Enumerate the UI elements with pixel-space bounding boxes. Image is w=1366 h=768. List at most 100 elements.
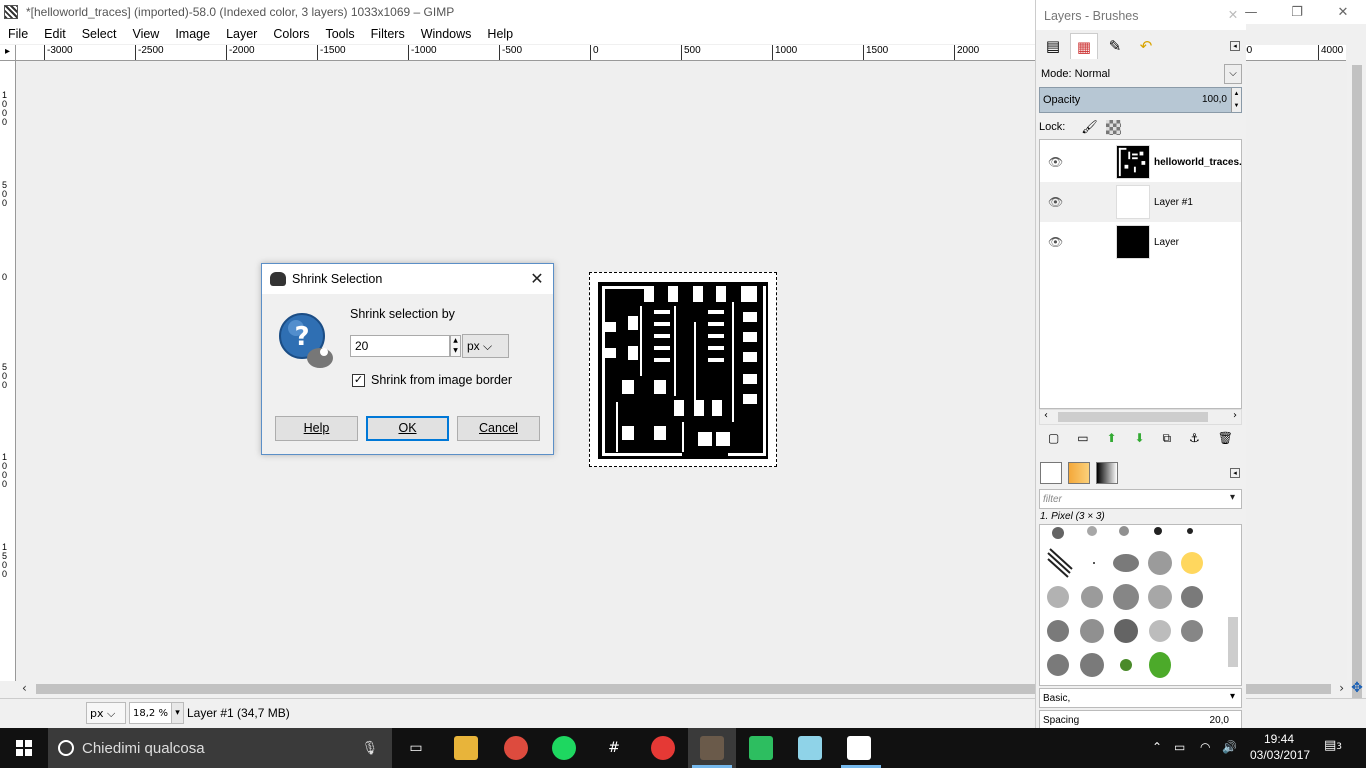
photos-icon[interactable] xyxy=(847,736,871,760)
close-icon[interactable]: ✕ xyxy=(527,269,547,289)
new-layer-group-icon[interactable]: ▭ xyxy=(1077,431,1088,445)
chevron-down-icon[interactable]: ⌵ xyxy=(1224,64,1242,84)
chevron-down-icon[interactable]: ▾ xyxy=(171,703,183,723)
tab-patterns[interactable] xyxy=(1068,462,1090,484)
canvas-vertical-scrollbar[interactable] xyxy=(1348,45,1366,705)
gimp-icon[interactable] xyxy=(700,736,724,760)
file-explorer-icon[interactable] xyxy=(454,736,478,760)
battery-icon[interactable]: ▭ xyxy=(1174,740,1185,754)
slack-icon[interactable]: # xyxy=(602,736,626,760)
unit-dropdown[interactable]: px ⌵ xyxy=(462,334,509,358)
dialog-titlebar[interactable]: Shrink Selection ✕ xyxy=(262,264,553,294)
image-selection-frame[interactable] xyxy=(589,272,777,467)
action-center-icon[interactable]: ▤3 xyxy=(1322,738,1344,758)
menu-layer[interactable]: Layer xyxy=(218,27,265,41)
raise-layer-icon[interactable]: ⬆ xyxy=(1107,431,1117,445)
tab-gradients[interactable] xyxy=(1096,462,1118,484)
lock-pixels-icon[interactable]: 🖌 xyxy=(1081,119,1098,135)
tab-undo-history[interactable]: ↶ xyxy=(1132,33,1160,59)
tab-brushes[interactable] xyxy=(1040,462,1062,484)
dock-titlebar[interactable]: Layers - Brushes ✕ xyxy=(1036,0,1246,30)
tab-channels[interactable]: ▦ xyxy=(1070,33,1098,59)
menu-tools[interactable]: Tools xyxy=(317,27,362,41)
brush-filter-input[interactable]: filter ▾ xyxy=(1039,489,1242,509)
spin-stepper[interactable]: ▲ ▼ xyxy=(450,335,461,357)
start-button[interactable] xyxy=(0,728,48,768)
dock-menu-icon[interactable]: ◂ xyxy=(1230,41,1240,51)
menu-file[interactable]: File xyxy=(0,27,36,41)
cancel-button[interactable]: Cancel xyxy=(457,416,540,441)
task-view-icon[interactable]: ▭ xyxy=(404,736,428,760)
wifi-icon[interactable]: ◠ xyxy=(1200,740,1210,754)
ok-button[interactable]: OK xyxy=(366,416,449,441)
chevron-up-icon[interactable]: ⌃ xyxy=(1152,740,1162,754)
chevron-down-icon[interactable]: ▾ xyxy=(1230,492,1235,503)
layer-mode-select[interactable]: Mode: Normal ⌵ xyxy=(1039,63,1242,85)
brush-spacing-slider[interactable]: Spacing 20,0 xyxy=(1039,710,1242,730)
opacity-stepper[interactable]: ▲ ▼ xyxy=(1231,88,1241,112)
eye-icon[interactable]: 👁 xyxy=(1048,196,1064,208)
menu-view[interactable]: View xyxy=(124,27,167,41)
menu-help[interactable]: Help xyxy=(479,27,521,41)
tab-paths[interactable]: ✎ xyxy=(1101,33,1129,59)
scroll-thumb[interactable] xyxy=(1352,65,1362,705)
minimize-button[interactable]: — xyxy=(1228,0,1274,24)
brush-scrollbar[interactable] xyxy=(1227,529,1239,679)
notepad-icon[interactable] xyxy=(798,736,822,760)
navigate-icon[interactable]: ✥ xyxy=(1349,681,1365,697)
dock-menu-icon[interactable]: ◂ xyxy=(1230,468,1240,478)
evernote-icon[interactable] xyxy=(749,736,773,760)
chrome-icon[interactable] xyxy=(504,736,528,760)
menu-colors[interactable]: Colors xyxy=(265,27,317,41)
layer-row[interactable]: 👁 Layer #1 xyxy=(1040,182,1241,222)
scroll-left-icon[interactable]: ‹ xyxy=(22,681,27,695)
quick-mask-toggle[interactable]: ▸ xyxy=(0,45,16,61)
unit-selector[interactable]: px ⌵ xyxy=(86,702,126,724)
brush-thumbnails[interactable] xyxy=(1040,525,1225,685)
layer-name[interactable]: helloworld_traces. xyxy=(1154,157,1242,168)
microphone-icon[interactable]: 🎙 xyxy=(361,740,378,756)
chevron-down-icon[interactable]: ▾ xyxy=(1230,691,1235,702)
ruler-label: -2500 xyxy=(135,45,164,60)
menu-edit[interactable]: Edit xyxy=(36,27,74,41)
layer-row[interactable]: 👁 Layer xyxy=(1040,222,1241,262)
duplicate-layer-icon[interactable]: ⧉ xyxy=(1163,431,1172,446)
menu-image[interactable]: Image xyxy=(167,27,218,41)
anchor-layer-icon[interactable]: ⚓ xyxy=(1189,431,1200,445)
close-button[interactable]: ✕ xyxy=(1320,0,1366,24)
help-button[interactable]: Help xyxy=(275,416,358,441)
volume-icon[interactable]: 🔊 xyxy=(1222,740,1237,754)
shrink-from-border-row[interactable]: ✓ Shrink from image border xyxy=(352,373,512,387)
new-layer-icon[interactable]: ▢ xyxy=(1048,431,1059,445)
clock[interactable]: 19:44 03/03/2017 xyxy=(1250,731,1310,763)
brush-tag-select[interactable]: Basic, ▾ xyxy=(1039,688,1242,708)
tab-layers[interactable]: ▤ xyxy=(1039,33,1067,59)
opacity-slider[interactable]: Opacity 100,0 ▲ ▼ xyxy=(1039,87,1242,113)
lower-layer-icon[interactable]: ⬇ xyxy=(1135,431,1145,445)
scroll-right-icon[interactable]: › xyxy=(1339,681,1344,695)
menu-filters[interactable]: Filters xyxy=(363,27,413,41)
scroll-left-icon[interactable]: ‹ xyxy=(1044,410,1048,421)
scroll-thumb[interactable] xyxy=(1058,412,1208,422)
lock-alpha-icon[interactable] xyxy=(1105,119,1121,135)
eye-icon[interactable]: 👁 xyxy=(1048,236,1064,248)
question-icon: ? xyxy=(279,313,333,368)
app-red-icon[interactable] xyxy=(651,736,675,760)
shrink-amount-input[interactable]: 20 xyxy=(350,335,450,357)
layers-horizontal-scrollbar[interactable]: ‹ › xyxy=(1039,409,1242,425)
shrink-from-border-checkbox[interactable]: ✓ xyxy=(352,373,365,387)
scroll-thumb[interactable] xyxy=(1228,617,1238,667)
eye-icon[interactable]: 👁 xyxy=(1048,156,1064,168)
scroll-right-icon[interactable]: › xyxy=(1233,410,1237,421)
cortana-search[interactable]: Chiedimi qualcosa 🎙 xyxy=(48,728,392,768)
spotify-icon[interactable] xyxy=(552,736,576,760)
layer-name[interactable]: Layer xyxy=(1154,237,1179,248)
delete-layer-icon[interactable]: 🗑 xyxy=(1218,431,1233,445)
layer-row[interactable]: 👁 helloworld_traces. xyxy=(1040,142,1242,182)
layer-name[interactable]: Layer #1 xyxy=(1154,197,1193,208)
vertical-ruler[interactable]: 1000 500 0 500 1000 1500 xyxy=(0,61,16,681)
menu-select[interactable]: Select xyxy=(74,27,125,41)
menu-windows[interactable]: Windows xyxy=(413,27,480,41)
zoom-selector[interactable]: 18,2 % ▾ xyxy=(129,702,184,724)
restore-button[interactable]: ❐ xyxy=(1274,0,1320,24)
